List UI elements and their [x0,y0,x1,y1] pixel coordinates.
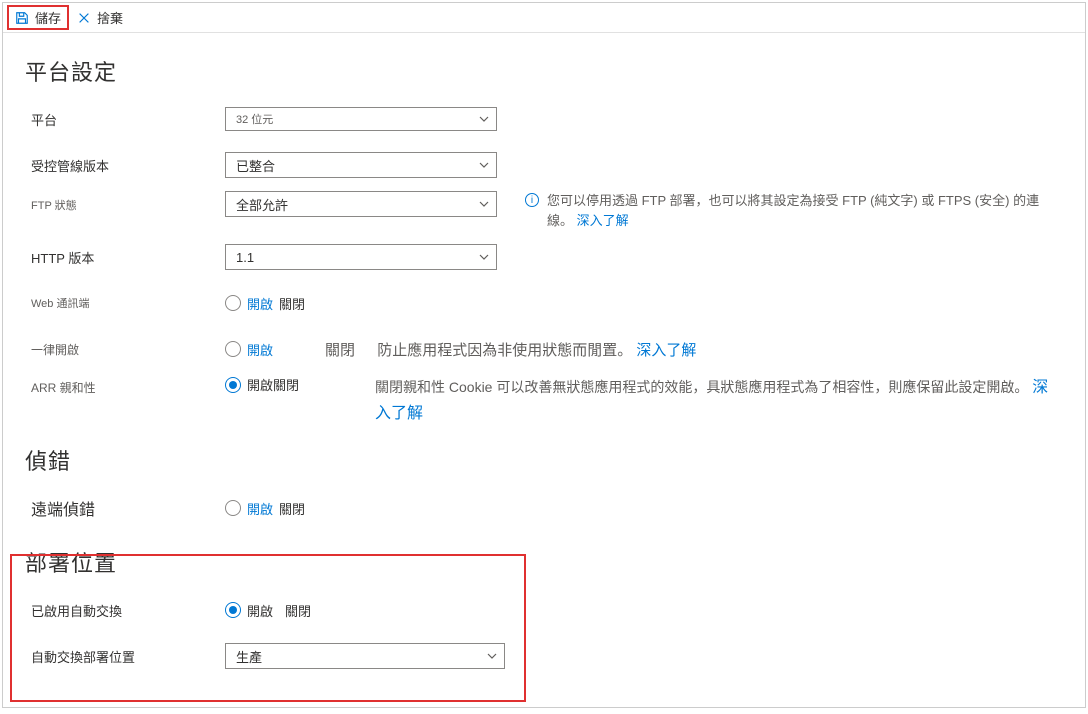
websockets-label: Web 通訊端 [25,295,225,311]
websockets-on-radio[interactable]: 開啟 [225,294,273,313]
radio-off-label: 關閉 [279,499,305,518]
arr-on-radio[interactable]: 開啟 [225,375,273,394]
pipeline-dropdown[interactable]: 已整合 [225,152,497,178]
discard-label: 捨棄 [97,8,123,27]
autoswap-slot-value: 生產 [236,647,262,666]
autoswap-on-radio[interactable]: 開啟 [225,601,273,620]
platform-value: 32 位元 [236,111,273,127]
radio-on-label: 開啟 [247,601,273,620]
remote-debug-on-radio[interactable]: 開啟 [225,499,273,518]
close-icon [77,11,91,25]
http-dropdown[interactable]: 1.1 [225,244,497,270]
alwayson-label: 一律開啟 [25,341,225,358]
http-value: 1.1 [236,250,254,265]
chevron-down-icon [478,198,490,210]
alwayson-off-text: 關閉 [325,342,355,359]
alwayson-on-radio[interactable]: 開啟 [225,340,273,359]
pipeline-value: 已整合 [236,156,275,175]
remote-debug-radio-group: 開啟 關閉 [225,499,525,518]
section-debug: 偵錯 [25,444,1063,476]
ftp-dropdown[interactable]: 全部允許 [225,191,497,217]
radio-on-label: 開啟 [247,375,273,394]
arr-label: ARR 親和性 [25,375,225,396]
autoswap-radio-group: 開啟 關閉 [225,601,525,620]
toolbar: 儲存 捨棄 [3,3,1085,33]
platform-dropdown[interactable]: 32 位元 [225,107,497,131]
arr-radio-group: 開啟 關閉 [225,375,375,394]
http-label: HTTP 版本 [25,248,225,267]
websockets-off-radio[interactable]: 關閉 [279,294,305,313]
radio-on-label: 開啟 [247,499,273,518]
save-icon [15,11,29,25]
radio-off-label: 關閉 [273,375,299,394]
alwayson-hint-text: 防止應用程式因為非使用狀態而閒置。 [377,342,632,359]
section-slots: 部署位置 [25,546,1063,578]
alwayson-radio-group: 開啟 [225,340,325,359]
radio-on-label: 開啟 [247,340,273,359]
ftp-hint: i 您可以停用透過 FTP 部署，也可以將其設定為接受 FTP (純文字) 或 … [525,191,1063,230]
autoswap-off-radio[interactable]: 關閉 [285,601,311,620]
arr-hint: 關閉親和性 Cookie 可以改善無狀態應用程式的效能，具狀態應用程式為了相容性… [375,375,1063,426]
pipeline-label: 受控管線版本 [25,156,225,175]
save-button[interactable]: 儲存 [7,5,69,30]
save-label: 儲存 [35,8,61,27]
chevron-down-icon [478,159,490,171]
info-icon: i [525,193,539,207]
radio-off-label: 關閉 [279,294,305,313]
arr-hint-text: 關閉親和性 Cookie 可以改善無狀態應用程式的效能，具狀態應用程式為了相容性… [375,379,1028,395]
platform-label: 平台 [25,110,225,129]
websockets-radio-group: 開啟 關閉 [225,294,525,313]
arr-off-radio[interactable]: 關閉 [273,375,299,394]
chevron-down-icon [478,251,490,263]
remote-debug-label: 遠端偵錯 [25,496,225,520]
ftp-label: FTP 狀態 [25,191,225,213]
alwayson-hint: 關閉 防止應用程式因為非使用狀態而閒置。 深入了解 [325,339,1063,360]
ftp-value: 全部允許 [236,195,288,214]
radio-on-label: 開啟 [247,294,273,313]
chevron-down-icon [486,650,498,662]
autoswap-slot-label: 自動交換部署位置 [25,647,225,666]
autoswap-slot-dropdown[interactable]: 生產 [225,643,505,669]
remote-debug-off-radio[interactable]: 關閉 [279,499,305,518]
alwayson-learn-more-link[interactable]: 深入了解 [636,342,696,359]
autoswap-enabled-label: 已啟用自動交換 [25,601,225,620]
ftp-learn-more-link[interactable]: 深入了解 [577,213,629,228]
section-platform: 平台設定 [25,55,1063,87]
radio-off-label: 關閉 [285,601,311,620]
chevron-down-icon [478,113,490,125]
discard-button[interactable]: 捨棄 [69,5,131,30]
